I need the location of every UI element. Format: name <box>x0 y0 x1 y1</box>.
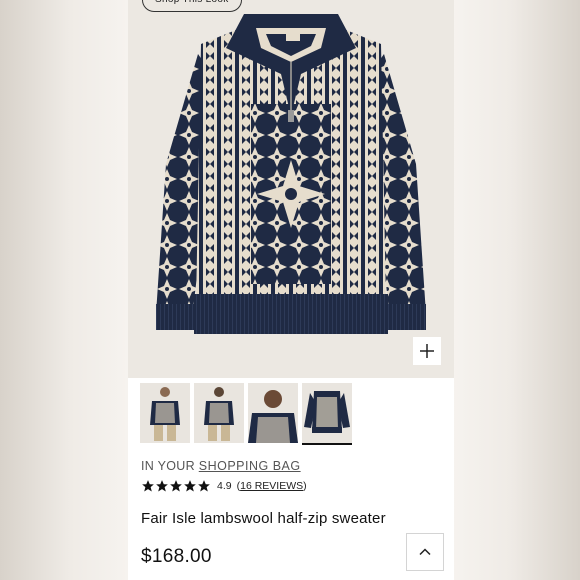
rating-value: 4.9 <box>217 480 232 492</box>
shop-this-look-button[interactable]: Shop This Look <box>142 0 242 12</box>
thumbnail-model-closeup[interactable] <box>248 383 298 443</box>
product-title: Fair Isle lambswool half-zip sweater <box>141 510 386 527</box>
reviews-count: (16 REVIEWS) <box>237 480 307 492</box>
star-icon <box>184 480 196 492</box>
star-icon <box>170 480 182 492</box>
reviews-link[interactable]: 16 REVIEWS <box>240 480 303 492</box>
zoom-button[interactable] <box>413 337 441 365</box>
rating-stars <box>141 479 211 493</box>
model-back-image <box>194 383 244 443</box>
model-closeup-image <box>248 383 298 443</box>
thumbnail-model-front[interactable] <box>140 383 190 443</box>
model-front-image <box>140 383 190 443</box>
bag-prefix: IN YOUR <box>141 459 195 473</box>
sweater-image <box>156 14 426 334</box>
product-hero-image[interactable]: Shop This Look <box>128 0 454 378</box>
flat-lay-image <box>302 383 352 443</box>
star-icon <box>156 480 168 492</box>
product-page: Shop This Look <box>128 0 454 580</box>
chevron-up-icon <box>419 548 431 556</box>
plus-icon <box>420 344 434 358</box>
product-price: $168.00 <box>141 546 212 567</box>
star-icon <box>198 480 210 492</box>
star-icon <box>142 480 154 492</box>
shopping-bag-status: IN YOUR SHOPPING BAG <box>141 459 301 473</box>
thumbnail-model-back[interactable] <box>194 383 244 443</box>
scroll-up-button[interactable] <box>406 533 444 571</box>
shopping-bag-link[interactable]: SHOPPING BAG <box>199 459 301 473</box>
reviews-close-paren: ) <box>303 480 307 492</box>
product-rating: 4.9 (16 REVIEWS) <box>141 479 307 493</box>
thumbnail-flat-lay[interactable] <box>302 383 352 445</box>
